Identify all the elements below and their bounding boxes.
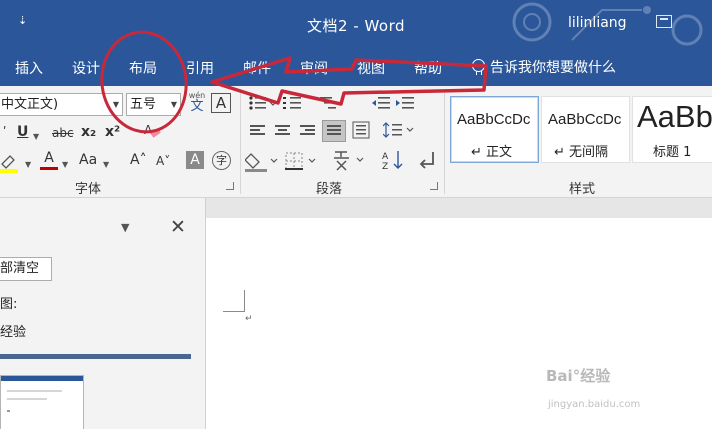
font-group-label: 字体 — [75, 182, 102, 197]
style-no-spacing-sample: AaBbCcDc — [548, 111, 622, 128]
style-normal-name: ↵ 正文 — [471, 145, 513, 160]
tab-design[interactable]: 设计 — [72, 58, 100, 78]
pane-divider-bar — [0, 354, 191, 359]
subscript-button[interactable]: x₂ — [81, 124, 96, 140]
font-dialog-launcher-icon[interactable] — [226, 182, 234, 190]
character-border-button[interactable]: A — [211, 93, 231, 113]
style-no-spacing-name: ↵ 无间隔 — [554, 145, 609, 160]
group-divider — [444, 90, 445, 194]
enclose-characters-button[interactable]: 字 — [212, 151, 231, 170]
increase-indent-icon[interactable] — [396, 95, 414, 111]
font-size-combo[interactable]: 五号 ▼ — [126, 93, 181, 116]
phonetic-guide-button[interactable]: wén 文 — [187, 91, 207, 114]
clear-formatting-icon[interactable]: A — [142, 121, 162, 141]
style-normal-sample: AaBbCcDc — [457, 111, 531, 128]
group-divider — [240, 90, 241, 194]
style-heading-1-name: 标题 1 — [653, 145, 692, 160]
style-normal[interactable]: AaBbCcDc ↵ 正文 — [450, 96, 539, 163]
style-no-spacing[interactable]: AaBbCcDc ↵ 无间隔 — [541, 96, 630, 163]
clear-all-button[interactable]: 部清空 — [0, 257, 52, 281]
thumbnail-line — [7, 390, 62, 392]
account-name[interactable]: lilinliang — [568, 15, 627, 31]
chevron-down-icon[interactable]: ▼ — [113, 94, 119, 115]
close-icon[interactable]: ✕ — [170, 216, 186, 238]
show-formatting-marks-icon[interactable] — [416, 150, 436, 170]
paragraph-group-label: 段落 — [316, 182, 343, 197]
chevron-down-icon[interactable]: ▼ — [62, 157, 68, 173]
tab-help[interactable]: 帮助 — [414, 58, 442, 78]
pane-item-text: 经验 — [0, 325, 27, 340]
tab-mailings[interactable]: 邮件 — [243, 58, 271, 78]
document-page[interactable]: ↵ — [206, 218, 712, 429]
numbering-icon[interactable] — [283, 95, 315, 111]
page-thumbnail[interactable] — [0, 375, 84, 429]
font-name-value: 中文正文) — [1, 97, 59, 112]
thumbnail-line — [7, 410, 10, 412]
tell-me-search[interactable]: 告诉我你想要做什么 — [472, 57, 616, 77]
chevron-down-icon[interactable]: ▼ — [33, 129, 39, 145]
font-color-button[interactable]: A — [40, 150, 58, 170]
chevron-down-icon[interactable]: ▼ — [25, 157, 31, 173]
multilevel-list-icon[interactable] — [320, 95, 352, 111]
grow-font-button[interactable]: A˄ — [130, 152, 147, 168]
margin-corner-mark — [223, 290, 245, 312]
superscript-button[interactable]: x² — [105, 124, 120, 140]
bullets-icon[interactable] — [248, 95, 280, 111]
tell-me-text: 告诉我你想要做什么 — [490, 60, 616, 76]
character-shading-button[interactable]: A — [186, 151, 204, 169]
strikethrough-button[interactable]: abc — [52, 125, 74, 141]
font-size-value: 五号 — [130, 97, 157, 112]
font-name-combo[interactable]: 中文正文) ▼ — [0, 93, 123, 116]
paragraph-dialog-launcher-icon[interactable] — [430, 182, 438, 190]
align-left-icon[interactable] — [250, 125, 265, 138]
chinese-layout-icon[interactable] — [333, 149, 369, 171]
tab-view[interactable]: 视图 — [357, 58, 385, 78]
styles-group-label: 样式 — [569, 182, 596, 197]
line-spacing-icon[interactable] — [383, 121, 417, 139]
borders-icon[interactable] — [285, 151, 319, 171]
svg-text:Z: Z — [382, 162, 388, 171]
title-bar: ⇣ 文档2 - Word lilinliang — [0, 0, 712, 48]
align-center-icon[interactable] — [275, 125, 290, 138]
pane-options-icon[interactable]: ▼ — [121, 221, 129, 234]
tab-references[interactable]: 引用 — [186, 58, 214, 78]
svg-text:A: A — [382, 152, 389, 162]
lightbulb-icon — [472, 58, 485, 76]
style-heading-1[interactable]: AaBb 标题 1 — [632, 96, 712, 163]
justify-icon[interactable] — [322, 120, 346, 142]
paragraph-mark: ↵ — [245, 314, 253, 324]
underline-button[interactable]: U — [17, 124, 28, 140]
style-heading-1-sample: AaBb — [637, 99, 712, 134]
highlight-color-icon[interactable] — [0, 152, 20, 174]
change-case-button[interactable]: Aa — [79, 152, 97, 168]
thumbnail-titlebar — [1, 376, 83, 381]
italic-fragment[interactable]: ʹ — [3, 124, 6, 140]
shading-icon[interactable] — [245, 150, 279, 172]
decrease-indent-icon[interactable] — [372, 95, 390, 111]
navigation-pane: ▼ ✕ 部清空 图: 经验 — [0, 198, 206, 429]
ribbon-home: 中文正文) ▼ 五号 ▼ wén 文 A ʹ U ▼ abc x₂ x² A ▼… — [0, 86, 712, 198]
align-right-icon[interactable] — [300, 125, 315, 138]
sort-icon[interactable]: A Z — [382, 149, 404, 171]
ribbon-tab-bar: 插入 设计 布局 引用 邮件 审阅 视图 帮助 告诉我你想要做什么 — [0, 48, 712, 86]
baidu-watermark: Bai°经验 — [546, 367, 611, 385]
phonetic-bottom: 文 — [190, 99, 204, 114]
tab-insert[interactable]: 插入 — [15, 58, 43, 78]
chevron-down-icon[interactable]: ▼ — [103, 157, 109, 173]
pane-label: 图: — [0, 297, 18, 312]
distributed-icon[interactable] — [352, 121, 370, 139]
shrink-font-button[interactable]: A˅ — [156, 153, 170, 169]
font-color-swatch — [40, 167, 58, 170]
ribbon-display-icon[interactable] — [656, 15, 672, 28]
document-area: ↵ — [206, 198, 712, 429]
thumbnail-line — [7, 398, 47, 400]
tab-layout[interactable]: 布局 — [129, 58, 157, 78]
tab-review[interactable]: 审阅 — [300, 58, 328, 78]
baidu-watermark-url: jingyan.baidu.com — [548, 399, 641, 410]
chevron-down-icon[interactable]: ▼ — [171, 94, 177, 115]
font-color-glyph: A — [44, 150, 54, 166]
